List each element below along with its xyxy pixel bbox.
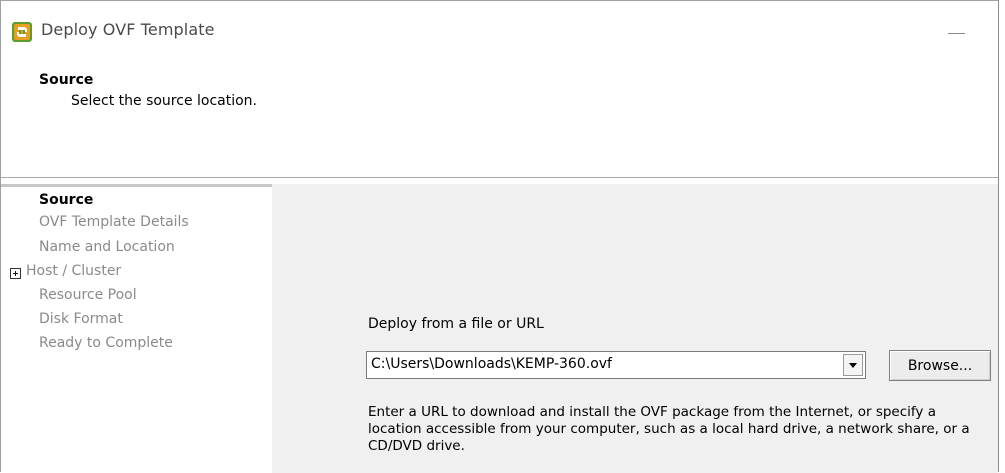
minimize-button[interactable] (936, 17, 976, 47)
nav-step-resource-pool[interactable]: Resource Pool (39, 287, 137, 303)
nav-step-ovf-template-details[interactable]: OVF Template Details (39, 214, 189, 230)
title-bar: Deploy OVF Template (1, 1, 998, 53)
expand-plus-icon[interactable] (10, 268, 21, 279)
page-subtitle: Select the source location. (71, 93, 258, 109)
source-location-combobox[interactable]: C:\Users\Downloads\KEMP-360.ovf (366, 351, 866, 379)
nav-step-disk-format[interactable]: Disk Format (39, 311, 123, 327)
source-location-value[interactable]: C:\Users\Downloads\KEMP-360.ovf (371, 356, 612, 372)
deploy-ovf-dialog: Deploy OVF Template Source Select the so… (0, 0, 999, 473)
window-title: Deploy OVF Template (41, 20, 215, 39)
content-panel: Deploy from a file or URL C:\Users\Downl… (272, 184, 998, 473)
header-divider (1, 177, 998, 178)
minimize-icon (948, 33, 965, 34)
dropdown-arrow-icon[interactable] (843, 354, 863, 376)
page-title: Source (39, 72, 94, 88)
source-help-text: Enter a URL to download and install the … (368, 404, 970, 454)
nav-step-host-cluster[interactable]: Host / Cluster (26, 263, 121, 279)
nav-step-source[interactable]: Source (39, 192, 93, 208)
vsphere-app-icon (12, 22, 32, 42)
nav-step-name-and-location[interactable]: Name and Location (39, 239, 175, 255)
nav-step-ready-to-complete[interactable]: Ready to Complete (39, 335, 173, 351)
wizard-steps-nav: Source OVF Template Details Name and Loc… (1, 184, 272, 473)
browse-button[interactable]: Browse... (889, 350, 991, 381)
deploy-source-label: Deploy from a file or URL (368, 316, 544, 332)
